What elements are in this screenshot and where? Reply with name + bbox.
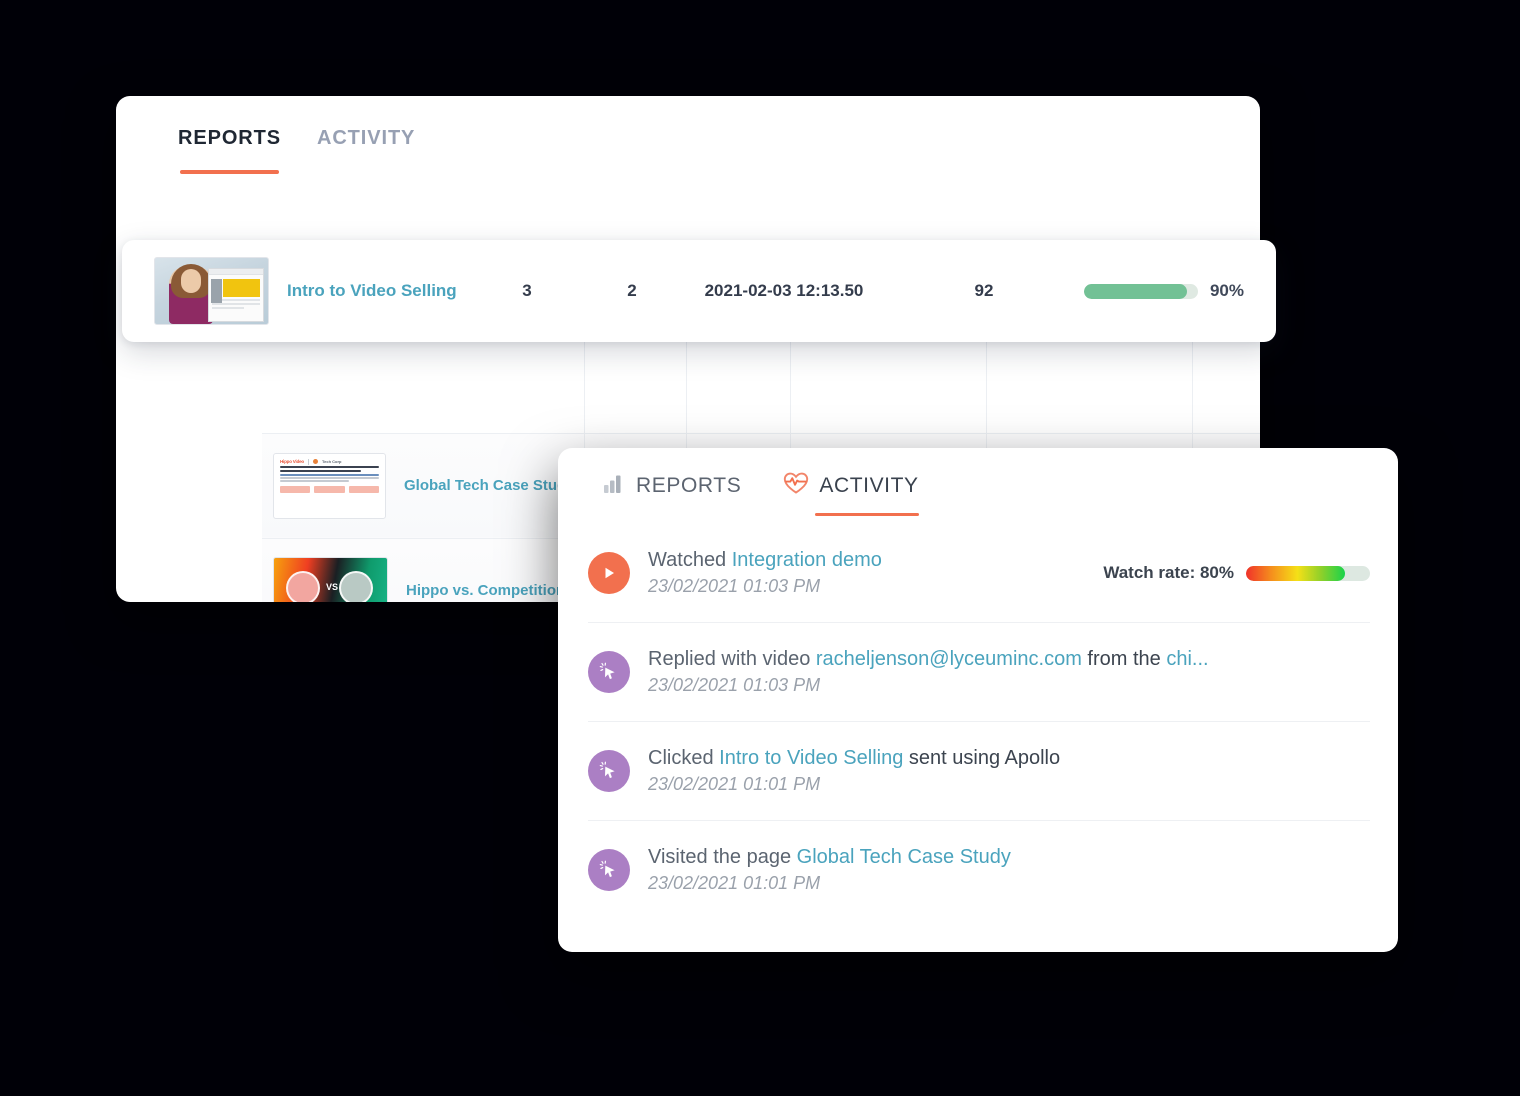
activity-description: Visited the page Global Tech Case Study	[648, 846, 1370, 869]
cell-video-name: Hippo Video Tech Corp Global Tech Case S…	[262, 433, 585, 539]
activity-description: Replied with video racheljenson@lyceumin…	[648, 648, 1370, 671]
watch-rate-bar-fill	[1084, 283, 1187, 299]
tab-reports[interactable]: REPORTS	[178, 127, 281, 174]
tab-activity[interactable]: ACTIVITY	[317, 127, 415, 164]
activity-subject[interactable]: Intro to Video Selling	[719, 747, 903, 769]
activity-card: REPORTS ACTIVITY Watched Integration dem…	[558, 448, 1398, 952]
activity-subject[interactable]: Integration demo	[732, 549, 882, 571]
list-item[interactable]: Watched Integration demo 23/02/2021 01:0…	[588, 524, 1370, 622]
video-name-link[interactable]: Global Tech Case Study	[404, 477, 575, 494]
activity-timestamp: 23/02/2021 01:03 PM	[648, 576, 821, 596]
click-cursor-icon	[588, 750, 630, 792]
activity-text: Replied with video racheljenson@lyceumin…	[648, 648, 1370, 696]
watch-rate-label: Watch rate: 80%	[1103, 563, 1234, 582]
activity-text: Visited the page Global Tech Case Study …	[648, 846, 1370, 894]
tab-activity-label: ACTIVITY	[819, 474, 919, 497]
activity-timestamp: 23/02/2021 01:01 PM	[648, 774, 821, 794]
list-item[interactable]: Clicked Intro to Video Selling sent usin…	[588, 721, 1370, 820]
watch-rate-group: Watch rate: 80%	[1083, 563, 1370, 583]
activity-timestamp: 23/02/2021 01:01 PM	[648, 873, 821, 893]
table-row-highlighted[interactable]: Intro to Video Selling 3 2 2021-02-03 12…	[122, 240, 1276, 342]
click-cursor-icon	[588, 651, 630, 693]
play-icon	[588, 552, 630, 594]
activity-description: Watched Integration demo	[648, 549, 1083, 572]
activity-text: Clicked Intro to Video Selling sent usin…	[648, 747, 1370, 795]
list-item[interactable]: Replied with video racheljenson@lyceumin…	[588, 622, 1370, 721]
cell-max-watch-rate: 90%	[1084, 281, 1244, 301]
activity-action: Watched	[648, 549, 727, 571]
activity-action: Replied with video	[648, 648, 811, 670]
watch-rate-bar	[1084, 283, 1198, 299]
cell-video-name: VS Hippo Video vs Vidyard Hippo Video Hi…	[262, 538, 585, 602]
activity-description: Clicked Intro to Video Selling sent usin…	[648, 747, 1370, 770]
watch-rate-label: 90%	[1209, 281, 1244, 300]
cell-last-viewed-date: 2021-02-03 12:13.50	[704, 281, 864, 300]
cell-max-watch-seconds: 92	[974, 281, 994, 300]
activity-suffix[interactable]: chi...	[1166, 648, 1208, 670]
click-cursor-icon	[588, 849, 630, 891]
bar-chart-icon	[604, 473, 626, 499]
activity-text: Watched Integration demo 23/02/2021 01:0…	[648, 549, 1083, 597]
activity-mid: sent using Apollo	[908, 747, 1061, 769]
reports-card-tabbar: REPORTS ACTIVITY	[116, 96, 1260, 174]
video-name-link[interactable]: Intro to Video Selling	[287, 281, 457, 301]
cell-video-name: Intro to Video Selling	[122, 257, 474, 325]
cell-loads: 3	[522, 281, 532, 300]
cell-views: 2	[627, 281, 637, 300]
watch-rate-bar	[1246, 565, 1370, 581]
tab-activity-label: ACTIVITY	[316, 127, 416, 149]
tab-reports-label: REPORTS	[636, 474, 742, 497]
list-item[interactable]: Visited the page Global Tech Case Study …	[588, 820, 1370, 919]
tab-activity[interactable]: ACTIVITY	[783, 448, 919, 524]
hippo-vs-competition-thumbnail: VS Hippo Video vs Vidyard Hippo Video	[273, 556, 388, 602]
presenter-browser-thumbnail	[154, 257, 269, 325]
activity-subject[interactable]: racheljenson@lyceuminc.com	[816, 648, 1082, 670]
tab-reports[interactable]: REPORTS	[604, 448, 741, 524]
activity-action: Clicked	[648, 747, 714, 769]
activity-action: Visited the page	[648, 846, 792, 868]
activity-mid: from the	[1087, 648, 1161, 670]
heartbeat-icon	[783, 472, 809, 500]
activity-timestamp: 23/02/2021 01:03 PM	[648, 675, 821, 695]
activity-card-tabbar: REPORTS ACTIVITY	[558, 448, 1398, 524]
video-name-link[interactable]: Hippo vs. Competition	[406, 582, 565, 599]
activity-subject[interactable]: Global Tech Case Study	[797, 846, 1011, 868]
watch-rate-bar-fill	[1246, 565, 1346, 581]
case-study-document-thumbnail: Hippo Video Tech Corp	[273, 452, 386, 519]
tab-reports-label: REPORTS	[178, 127, 281, 149]
activity-list: Watched Integration demo 23/02/2021 01:0…	[558, 524, 1398, 919]
